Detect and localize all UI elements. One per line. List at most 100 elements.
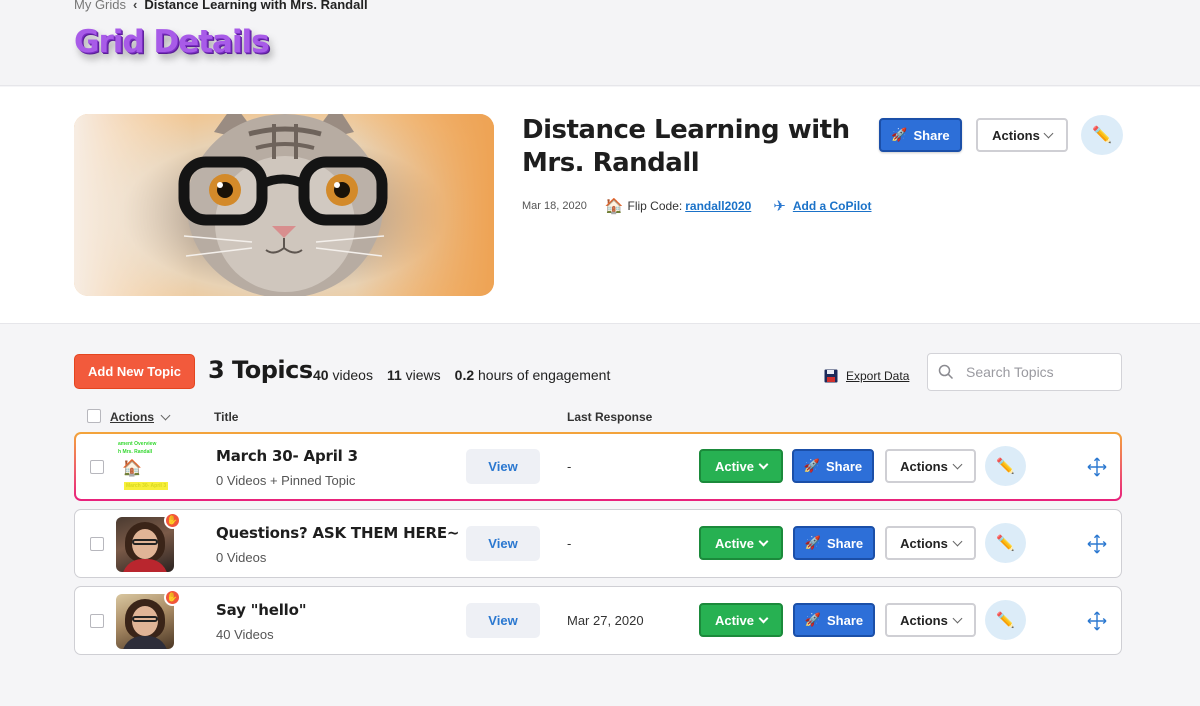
add-new-topic-button[interactable]: Add New Topic: [74, 354, 195, 389]
chevron-down-icon: [160, 410, 171, 420]
chevron-down-icon: [758, 613, 769, 623]
status-dropdown[interactable]: Active: [699, 526, 783, 560]
top-band: My Grids ‹ Distance Learning with Mrs. R…: [0, 0, 1200, 86]
status-label: Active: [714, 612, 755, 628]
grid-meta: Mar 18, 2020 🏠 Flip Code: randall2020 ✈ …: [522, 197, 872, 215]
edit-button[interactable]: ✏️: [985, 446, 1026, 486]
grid-header-card: Distance Learning with Mrs. Randall Mar …: [0, 87, 1200, 324]
column-title: Title: [214, 410, 239, 424]
topic-title[interactable]: Questions? ASK THEM HERE~: [216, 524, 459, 542]
hand-icon: ✋: [164, 589, 181, 606]
add-copilot-label: Add a CoPilot: [792, 199, 872, 213]
breadcrumb-current: Distance Learning with Mrs. Randall: [144, 0, 368, 12]
chevron-down-icon: [758, 459, 769, 469]
thumbnail-text: h Mrs. Randall: [118, 449, 153, 455]
floppy-disk-icon: [824, 369, 838, 383]
rocket-icon: 🚀: [891, 127, 908, 142]
rocket-icon: 🚀: [803, 458, 821, 473]
actions-dropdown[interactable]: Actions: [885, 526, 976, 560]
topic-subtitle: 40 Videos: [216, 627, 274, 642]
actions-label: Actions: [900, 535, 948, 551]
status-dropdown[interactable]: Active: [699, 449, 783, 483]
move-arrows-icon[interactable]: [1087, 457, 1107, 477]
share-button[interactable]: 🚀 Share: [793, 603, 875, 637]
bulk-actions-dropdown[interactable]: Actions: [110, 410, 171, 424]
topic-row: ament Overview h Mrs. Randall 🏠 March 30…: [74, 432, 1122, 501]
status-dropdown[interactable]: Active: [699, 603, 783, 637]
chevron-down-icon: [952, 459, 963, 469]
videos-stat: 40 videos: [313, 367, 373, 383]
topic-checkbox[interactable]: [90, 460, 104, 474]
edit-button[interactable]: ✏️: [985, 523, 1026, 563]
share-label: Share: [826, 458, 863, 474]
view-button[interactable]: View: [466, 526, 540, 561]
share-button[interactable]: 🚀 Share: [793, 526, 875, 560]
pencil-icon: ✏️: [996, 535, 1015, 552]
actions-dropdown[interactable]: Actions: [885, 449, 976, 483]
grid-date: Mar 18, 2020: [522, 200, 587, 212]
last-response: -: [567, 459, 572, 474]
topic-thumbnail[interactable]: ament Overview h Mrs. Randall 🏠 March 30…: [116, 440, 174, 495]
rocket-icon: 🚀: [804, 612, 822, 627]
share-button[interactable]: 🚀 Share: [792, 449, 874, 483]
actions-label: Actions: [900, 458, 948, 474]
topic-checkbox[interactable]: [90, 537, 104, 551]
search-topics: [927, 353, 1122, 391]
page-title: Grid Details: [74, 24, 270, 60]
rocket-icon: 🚀: [804, 535, 822, 550]
pencil-icon: ✏️: [996, 612, 1015, 629]
search-icon: [938, 364, 954, 380]
topics-count: 3 Topics: [208, 356, 313, 384]
airplane-icon: ✈: [773, 198, 786, 215]
select-all-checkbox[interactable]: [87, 409, 101, 423]
add-copilot-link[interactable]: ✈ Add a CoPilot: [773, 197, 871, 215]
edit-button[interactable]: ✏️: [985, 600, 1026, 640]
grid-actions-label: Actions: [992, 127, 1040, 143]
views-stat: 11 views: [386, 367, 441, 383]
chevron-left-icon: ‹: [133, 0, 138, 12]
chevron-down-icon: [1043, 128, 1054, 138]
grid-edit-button[interactable]: ✏️: [1081, 115, 1123, 155]
flip-code-label: Flip Code:: [627, 199, 683, 213]
search-input[interactable]: [966, 364, 1106, 380]
actions-label: Actions: [900, 612, 948, 628]
status-label: Active: [714, 535, 755, 551]
grid-actions-button[interactable]: Actions: [976, 118, 1068, 152]
status-label: Active: [714, 458, 755, 474]
topic-title[interactable]: March 30- April 3: [216, 447, 358, 465]
topic-title[interactable]: Say "hello": [216, 601, 307, 619]
topic-subtitle: 0 Videos: [216, 550, 267, 565]
view-button[interactable]: View: [466, 603, 540, 638]
topics-table-header: Actions Title Last Response: [74, 408, 1122, 426]
topic-checkbox[interactable]: [90, 614, 104, 628]
share-label: Share: [827, 535, 864, 551]
column-last-response: Last Response: [567, 410, 653, 424]
house-icon: 🏠: [122, 460, 142, 477]
grid-stats: 40 videos 11 views 0.2 hours of engageme…: [313, 367, 610, 383]
grid-share-button[interactable]: 🚀 Share: [879, 118, 962, 152]
last-response: Mar 27, 2020: [567, 613, 644, 628]
export-data-link[interactable]: Export Data: [824, 369, 909, 383]
thumbnail-text: March 30- April 3: [124, 482, 169, 490]
move-arrows-icon[interactable]: [1087, 611, 1107, 631]
bulk-actions-label: Actions: [110, 410, 155, 424]
grid-cover-image: [74, 114, 494, 296]
chevron-down-icon: [952, 613, 963, 623]
pencil-icon: ✏️: [996, 458, 1015, 475]
export-data-label: Export Data: [846, 369, 910, 383]
topic-row: ✋ Say "hello" 40 Videos View Mar 27, 202…: [74, 586, 1122, 655]
breadcrumb-root[interactable]: My Grids: [74, 0, 126, 12]
move-arrows-icon[interactable]: [1087, 534, 1107, 554]
last-response: -: [567, 536, 572, 551]
house-icon: 🏠: [604, 198, 624, 215]
chevron-down-icon: [758, 536, 769, 546]
pencil-icon: ✏️: [1092, 127, 1112, 144]
breadcrumb: My Grids ‹ Distance Learning with Mrs. R…: [74, 0, 368, 12]
grid-title: Distance Learning with Mrs. Randall: [522, 115, 850, 178]
view-button[interactable]: View: [466, 449, 540, 484]
share-label: Share: [827, 612, 864, 628]
grid-share-label: Share: [913, 127, 950, 143]
actions-dropdown[interactable]: Actions: [885, 603, 976, 637]
engagement-stat: 0.2 hours of engagement: [454, 367, 611, 383]
flip-code-link[interactable]: randall2020: [685, 199, 751, 213]
